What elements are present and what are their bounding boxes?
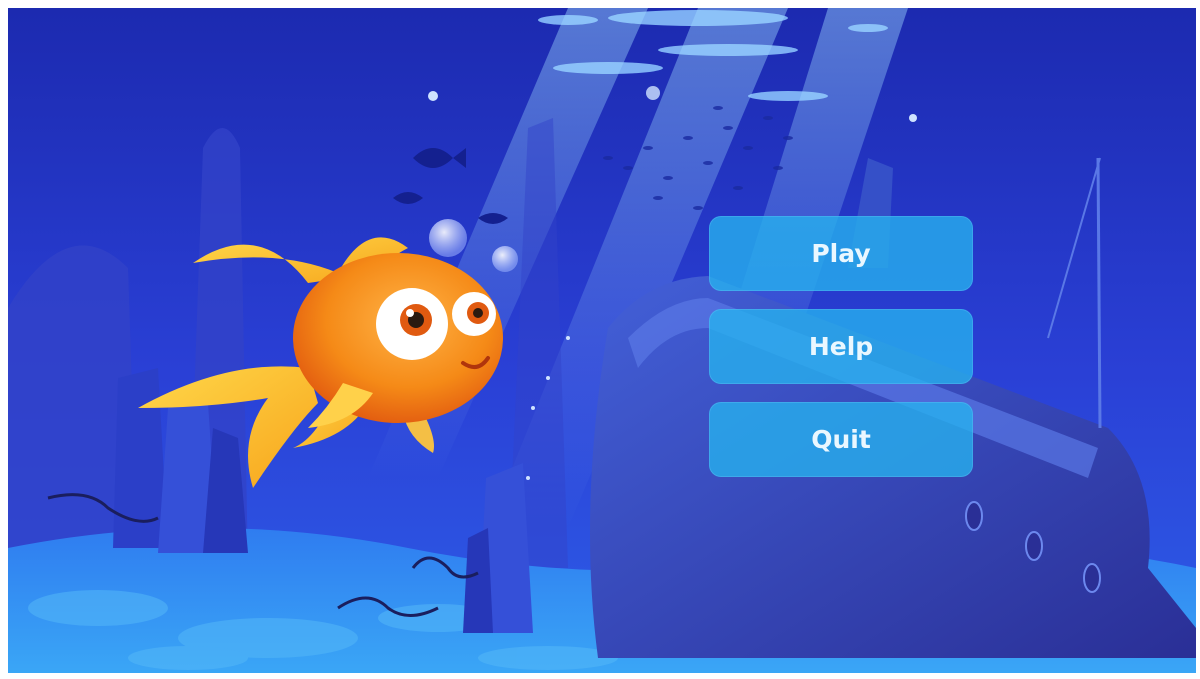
help-button[interactable]: Help	[709, 309, 973, 384]
game-screen: Play Help Quit	[8, 8, 1196, 673]
quit-button[interactable]: Quit	[709, 402, 973, 477]
main-menu: Play Help Quit	[709, 216, 973, 477]
play-button[interactable]: Play	[709, 216, 973, 291]
underwater-background	[8, 8, 1196, 673]
